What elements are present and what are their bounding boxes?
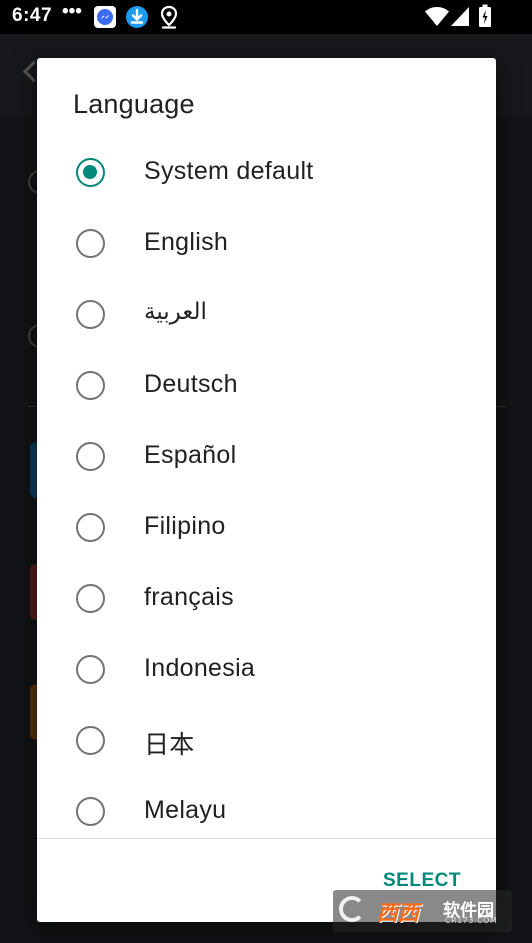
signal-icon bbox=[450, 6, 470, 33]
watermark-logo-icon bbox=[339, 896, 365, 922]
radio-unchecked-icon[interactable] bbox=[76, 513, 105, 542]
language-option-filipino[interactable]: Filipino bbox=[37, 492, 496, 563]
radio-unchecked-icon[interactable] bbox=[76, 726, 105, 755]
messenger-icon bbox=[93, 5, 117, 34]
option-label: Deutsch bbox=[144, 370, 238, 398]
radio-unchecked-icon[interactable] bbox=[76, 655, 105, 684]
option-label: Filipino bbox=[144, 512, 226, 540]
battery-charging-icon bbox=[478, 4, 492, 33]
watermark-url: CR173.COM bbox=[445, 916, 498, 925]
radio-unchecked-icon[interactable] bbox=[76, 797, 105, 826]
more-notifications-icon: ••• bbox=[62, 1, 82, 22]
radio-unchecked-icon[interactable] bbox=[76, 300, 105, 329]
radio-unchecked-icon[interactable] bbox=[76, 442, 105, 471]
status-time: 6:47 bbox=[12, 5, 53, 26]
option-label: français bbox=[144, 583, 234, 611]
language-options-list[interactable]: System default English العربية Deutsch E… bbox=[37, 137, 496, 838]
language-option-japanese[interactable]: 日本 bbox=[37, 705, 496, 776]
status-bar: 6:47 ••• bbox=[0, 0, 532, 34]
option-label: System default bbox=[144, 157, 314, 185]
language-option-espanol[interactable]: Español bbox=[37, 421, 496, 492]
dialog-divider bbox=[37, 838, 496, 839]
language-option-system-default[interactable]: System default bbox=[37, 137, 496, 208]
option-label: العربية bbox=[144, 299, 207, 325]
option-label: English bbox=[144, 228, 229, 256]
language-dialog: Language System default English العربية … bbox=[37, 58, 496, 922]
option-label: Español bbox=[144, 441, 237, 469]
language-option-arabic[interactable]: العربية bbox=[37, 279, 496, 350]
dialog-title: Language bbox=[73, 89, 195, 119]
option-label: Melayu bbox=[144, 796, 227, 824]
radio-dot bbox=[83, 165, 97, 179]
radio-unchecked-icon[interactable] bbox=[76, 229, 105, 258]
watermark-brand: 西西 bbox=[377, 901, 419, 925]
watermark: 西西 软件园 CR173.COM bbox=[333, 890, 512, 932]
language-option-francais[interactable]: français bbox=[37, 563, 496, 634]
language-option-melayu[interactable]: Melayu bbox=[37, 776, 496, 838]
option-label: Indonesia bbox=[144, 654, 256, 682]
language-option-deutsch[interactable]: Deutsch bbox=[37, 350, 496, 421]
language-option-indonesia[interactable]: Indonesia bbox=[37, 634, 496, 705]
wifi-icon bbox=[424, 6, 450, 33]
radio-unchecked-icon[interactable] bbox=[76, 371, 105, 400]
option-label: 日本 bbox=[144, 730, 195, 759]
download-icon bbox=[125, 5, 149, 34]
language-option-english[interactable]: English bbox=[37, 208, 496, 279]
radio-unchecked-icon[interactable] bbox=[76, 584, 105, 613]
location-icon bbox=[158, 5, 180, 34]
radio-checked-icon[interactable] bbox=[76, 158, 105, 187]
